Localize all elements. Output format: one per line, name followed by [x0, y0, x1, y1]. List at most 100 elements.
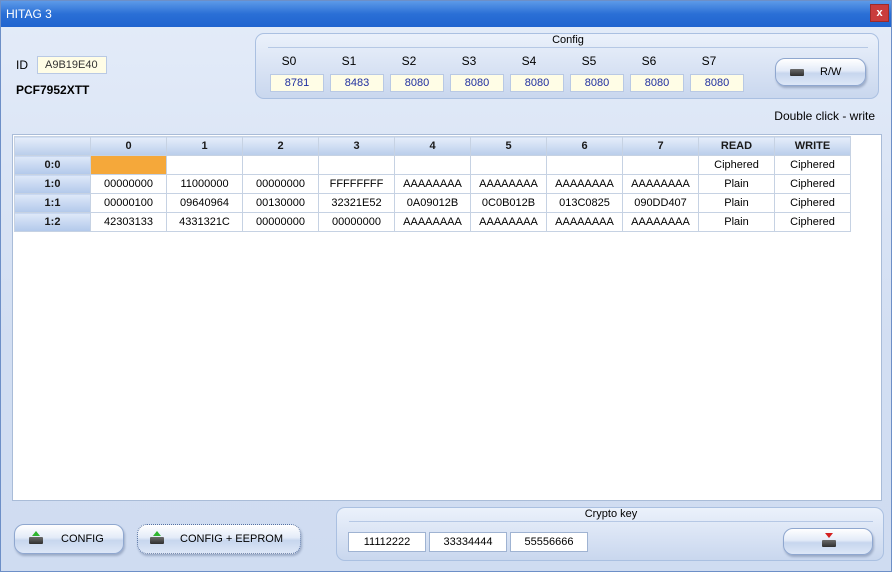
- table-cell[interactable]: AAAAAAAA: [394, 174, 471, 194]
- table-cell[interactable]: [394, 155, 471, 175]
- part-number: PCF7952XTT: [16, 83, 90, 97]
- corner-header: [14, 136, 91, 156]
- up-arrow-icon: [32, 531, 40, 536]
- table-cell[interactable]: AAAAAAAA: [622, 174, 699, 194]
- column-header: 1: [166, 136, 243, 156]
- crypto-key-field-3[interactable]: 55556666: [510, 532, 588, 552]
- column-header: 4: [394, 136, 471, 156]
- crypto-key-title: Crypto key: [349, 508, 873, 522]
- config-field-s2[interactable]: 8080: [390, 74, 444, 92]
- table-cell[interactable]: AAAAAAAA: [470, 212, 547, 232]
- config-label-s1: S1: [341, 54, 357, 68]
- config-field-s7[interactable]: 8080: [690, 74, 744, 92]
- rw-button[interactable]: R/W: [775, 58, 866, 86]
- read-mode-cell: Ciphered: [698, 155, 775, 175]
- column-header-write: WRITE: [774, 136, 851, 156]
- config-field-s6[interactable]: 8080: [630, 74, 684, 92]
- write-icon: [29, 537, 43, 544]
- config-label-s5: S5: [581, 54, 597, 68]
- table-row: 1:2 42303133 4331321C 00000000 00000000 …: [14, 212, 851, 232]
- main-window: HITAG 3 x ID A9B19E40 PCF7952XTT Config …: [0, 0, 892, 572]
- table-cell[interactable]: 00000000: [90, 174, 167, 194]
- table-cell[interactable]: 00000000: [242, 174, 319, 194]
- crypto-key-panel: Crypto key 11112222 33334444 55556666: [336, 507, 884, 561]
- table-cell-selected[interactable]: [90, 155, 167, 175]
- table-cell[interactable]: 42303133: [90, 212, 167, 232]
- table-cell[interactable]: AAAAAAAA: [546, 212, 623, 232]
- config-field-s4[interactable]: 8080: [510, 74, 564, 92]
- config-eeprom-button[interactable]: CONFIG + EEPROM: [137, 524, 301, 554]
- config-field-s1[interactable]: 8483: [330, 74, 384, 92]
- table-cell[interactable]: [242, 155, 319, 175]
- up-arrow-icon: [153, 531, 161, 536]
- table-cell[interactable]: FFFFFFFF: [318, 174, 395, 194]
- table-cell[interactable]: 00000100: [90, 193, 167, 213]
- row-header: 1:0: [14, 174, 91, 194]
- column-header: 0: [90, 136, 167, 156]
- double-click-hint: Double click - write: [774, 109, 875, 123]
- memory-grid: 0 1 2 3 4 5 6 7 READ WRITE 0:0 Ciphered …: [12, 134, 882, 501]
- read-mode-cell: Plain: [698, 212, 775, 232]
- read-mode-cell: Plain: [698, 174, 775, 194]
- config-label-s7: S7: [701, 54, 717, 68]
- table-cell[interactable]: AAAAAAAA: [546, 174, 623, 194]
- write-mode-cell: Ciphered: [774, 212, 851, 232]
- config-button[interactable]: CONFIG: [14, 524, 124, 554]
- config-label-s4: S4: [521, 54, 537, 68]
- memory-table: 0 1 2 3 4 5 6 7 READ WRITE 0:0 Ciphered …: [14, 136, 851, 232]
- crypto-write-button[interactable]: [783, 528, 873, 555]
- column-header: 7: [622, 136, 699, 156]
- column-header: 2: [242, 136, 319, 156]
- down-arrow-icon: [825, 533, 833, 538]
- config-label-s0: S0: [281, 54, 297, 68]
- write-icon: [150, 537, 164, 544]
- write-mode-cell: Ciphered: [774, 155, 851, 175]
- table-cell[interactable]: 00000000: [242, 212, 319, 232]
- rw-button-label: R/W: [820, 66, 842, 78]
- table-cell[interactable]: 32321E52: [318, 193, 395, 213]
- table-cell[interactable]: 00000000: [318, 212, 395, 232]
- config-button-label: CONFIG: [61, 533, 104, 545]
- table-cell[interactable]: [622, 155, 699, 175]
- table-cell[interactable]: 4331321C: [166, 212, 243, 232]
- table-header-row: 0 1 2 3 4 5 6 7 READ WRITE: [14, 136, 851, 156]
- table-cell[interactable]: 0C0B012B: [470, 193, 547, 213]
- close-button[interactable]: x: [870, 4, 889, 22]
- config-label-s2: S2: [401, 54, 417, 68]
- config-label-s3: S3: [461, 54, 477, 68]
- table-row: 1:0 00000000 11000000 00000000 FFFFFFFF …: [14, 174, 851, 194]
- id-field[interactable]: A9B19E40: [37, 56, 107, 74]
- read-mode-cell: Plain: [698, 193, 775, 213]
- table-row: 1:1 00000100 09640964 00130000 32321E52 …: [14, 193, 851, 213]
- table-cell[interactable]: 00130000: [242, 193, 319, 213]
- chip-icon: [790, 69, 804, 76]
- table-cell[interactable]: AAAAAAAA: [622, 212, 699, 232]
- crypto-key-field-2[interactable]: 33334444: [429, 532, 507, 552]
- table-cell[interactable]: [546, 155, 623, 175]
- window-title: HITAG 3: [6, 7, 52, 21]
- table-cell[interactable]: 0A09012B: [394, 193, 471, 213]
- id-label: ID: [16, 58, 28, 72]
- title-bar: HITAG 3 x: [1, 1, 891, 27]
- table-cell[interactable]: 013C0825: [546, 193, 623, 213]
- table-cell[interactable]: [470, 155, 547, 175]
- config-title: Config: [268, 34, 868, 48]
- config-eeprom-button-label: CONFIG + EEPROM: [180, 533, 283, 545]
- table-cell[interactable]: [166, 155, 243, 175]
- config-field-s0[interactable]: 8781: [270, 74, 324, 92]
- table-cell[interactable]: AAAAAAAA: [470, 174, 547, 194]
- config-label-s6: S6: [641, 54, 657, 68]
- table-cell[interactable]: [318, 155, 395, 175]
- row-header: 1:2: [14, 212, 91, 232]
- table-row: 0:0 Ciphered Ciphered: [14, 155, 851, 175]
- config-panel: Config S0 S1 S2 S3 S4 S5 S6 S7 8781 8483…: [255, 33, 879, 99]
- table-cell[interactable]: 09640964: [166, 193, 243, 213]
- crypto-key-field-1[interactable]: 11112222: [348, 532, 426, 552]
- table-cell[interactable]: 090DD407: [622, 193, 699, 213]
- read-icon: [822, 540, 836, 547]
- table-cell[interactable]: 11000000: [166, 174, 243, 194]
- config-field-s5[interactable]: 8080: [570, 74, 624, 92]
- column-header: 5: [470, 136, 547, 156]
- table-cell[interactable]: AAAAAAAA: [394, 212, 471, 232]
- config-field-s3[interactable]: 8080: [450, 74, 504, 92]
